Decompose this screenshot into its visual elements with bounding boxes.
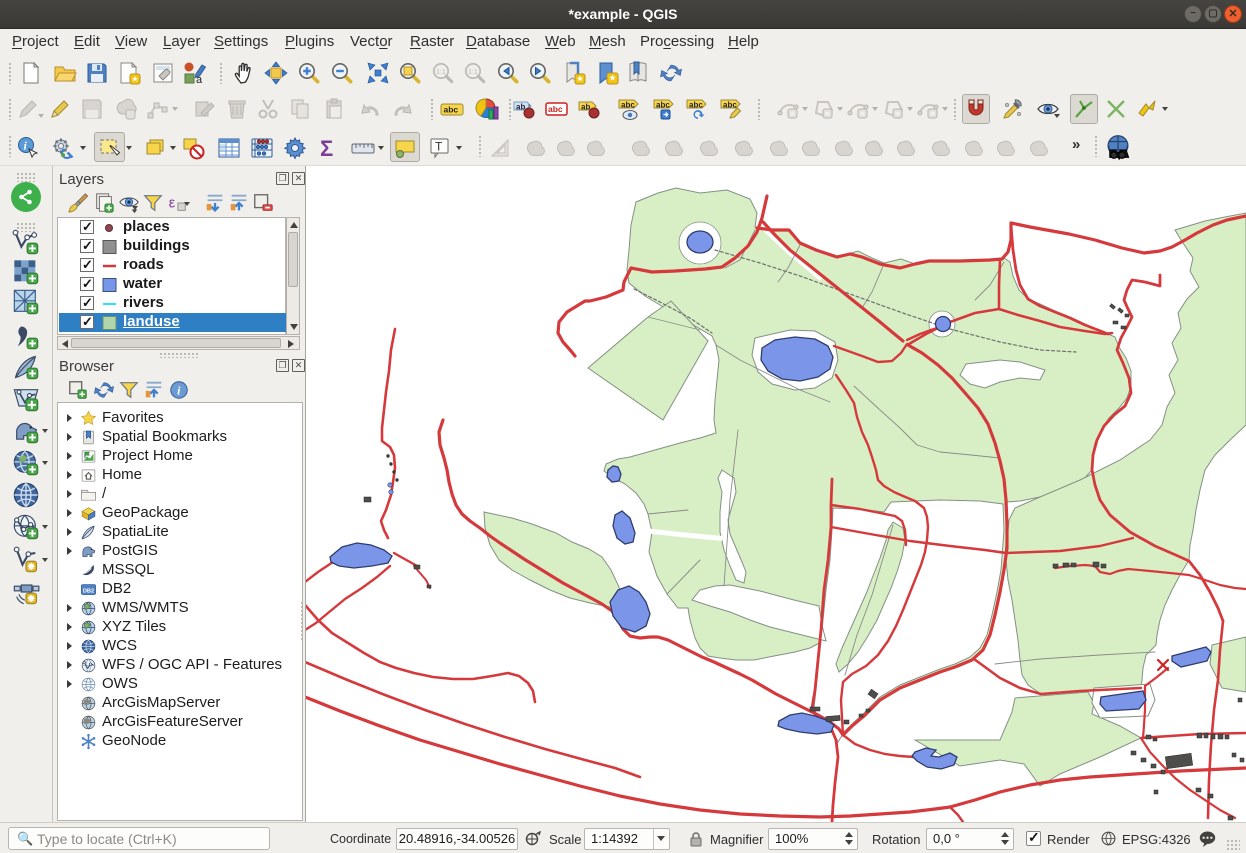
svg-text:abc: abc <box>548 104 563 114</box>
svg-text:DB2: DB2 <box>83 588 94 594</box>
svg-text:Σ: Σ <box>320 136 333 160</box>
svg-text:abc: abc <box>723 101 737 110</box>
svg-text:a: a <box>196 74 203 85</box>
svg-text:1:1: 1:1 <box>436 69 446 76</box>
svg-text:abc: abc <box>689 101 703 110</box>
svg-text:ab: ab <box>516 103 525 112</box>
svg-text:abc: abc <box>621 101 635 110</box>
svg-text:1:1: 1:1 <box>468 69 478 76</box>
svg-text:ε: ε <box>169 196 176 212</box>
svg-text:T: T <box>435 140 443 154</box>
svg-text:abc: abc <box>656 101 670 110</box>
svg-text:abc: abc <box>444 105 459 115</box>
svg-text:ab: ab <box>581 103 590 112</box>
